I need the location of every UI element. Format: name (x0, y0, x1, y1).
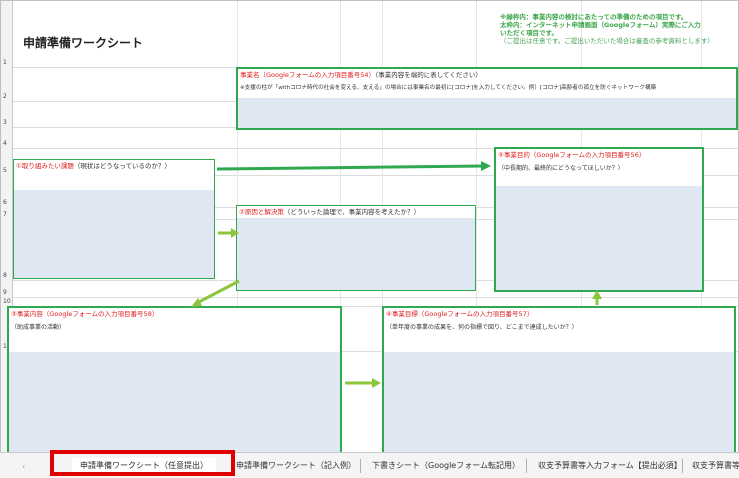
tab-worksheet-example[interactable]: 申請準備ワークシート（記入例） (228, 458, 364, 474)
flow-arrows (191, 161, 602, 388)
highlight-active-tab (50, 450, 235, 476)
tab-draft-sheet[interactable]: 下書きシート（Googleフォーム転記用） (364, 458, 528, 474)
tab-scroll-left-icon[interactable]: ‹ (22, 462, 25, 471)
arrow-goal-to-purpose (592, 290, 602, 305)
spreadsheet-window: 1 2 3 4 5 6 7 8 9 10 11 申請準備ワークシート ※緑枠内：… (0, 0, 739, 478)
arrow-issue-to-purpose (216, 161, 491, 171)
arrow-issue-to-cause (218, 228, 239, 238)
tab-divider (526, 459, 527, 473)
arrow-content-to-goal (345, 378, 381, 388)
tab-divider (682, 459, 683, 473)
tab-budget-more[interactable]: 収支予算書等 (684, 458, 739, 474)
arrow-cause-to-content (191, 279, 240, 307)
tab-divider (360, 459, 361, 473)
tab-budget-input-form[interactable]: 収支予算書等入力フォーム【提出必須】 (530, 458, 690, 474)
